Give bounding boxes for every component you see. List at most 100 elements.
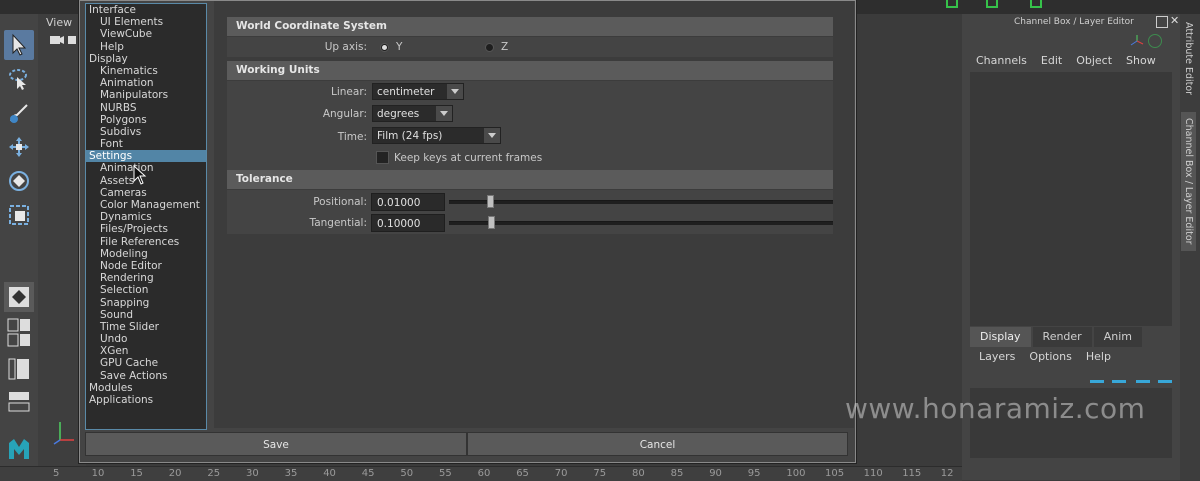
menu-show[interactable]: Show [1126,54,1156,67]
category-item[interactable]: NURBS [86,102,206,114]
category-item[interactable]: Settings [86,150,206,163]
category-item[interactable]: Modules [86,382,206,394]
preferences-dialog: Interface UI Elements ViewCube Help Display K… [79,0,856,463]
tangential-field[interactable]: 0.10000 [371,214,445,232]
category-item[interactable]: Color Management [86,199,206,211]
category-item[interactable]: Snapping [86,297,206,309]
axis-toggle-icon[interactable] [1130,34,1144,48]
category-item[interactable]: UI Elements [86,16,206,28]
tab-anim[interactable]: Anim [1093,327,1142,347]
scale-tool-icon[interactable] [4,200,34,230]
angular-dropdown[interactable]: degrees [372,105,453,122]
time-slider[interactable]: 5 10 15 20 25 30 35 40 45 50 55 60 65 70 75 80 85 90 95 100… [0,466,962,481]
menu-channels[interactable]: Channels [976,54,1027,67]
time-dropdown[interactable]: Film (24 fps) [372,127,501,144]
time-tick-label: 75 [593,468,607,479]
tolerance-header[interactable]: Tolerance [227,170,833,189]
tab-attribute-editor[interactable]: Attribute Editor [1183,22,1194,95]
positional-field[interactable]: 0.01000 [371,193,445,211]
time-tick-label: 110 [863,468,883,479]
category-item[interactable]: Rendering [86,272,206,284]
up-axis-y-radio[interactable] [380,43,389,52]
move-layer-up-icon[interactable] [1136,370,1150,383]
up-axis-z-radio[interactable] [485,43,494,52]
watermark: www.honaramiz.com [845,392,1146,425]
keep-keys-checkbox[interactable] [376,151,389,164]
menu-edit[interactable]: Edit [1041,54,1062,67]
mouse-cursor-icon [133,164,147,185]
working-units-body: Linear: centimeter Angular: degrees Time… [227,81,833,171]
category-item[interactable]: Manipulators [86,89,206,101]
category-item[interactable]: Save Actions [86,370,206,382]
time-tick-label: 95 [747,468,761,479]
new-layer-selected-icon[interactable] [1112,370,1126,383]
single-perspective-layout-icon[interactable] [4,282,34,312]
tab-display[interactable]: Display [970,327,1031,347]
category-item[interactable]: Subdivs [86,126,206,138]
time-tick-label: 40 [323,468,336,479]
menu-layers[interactable]: Layers [979,350,1015,363]
menu-object[interactable]: Object [1076,54,1112,67]
two-view-layout-icon[interactable] [4,332,34,348]
float-window-icon[interactable] [1156,16,1168,28]
category-item[interactable]: GPU Cache [86,357,206,369]
layer-editor-tabs: Display Render Anim [970,327,1144,347]
cancel-button[interactable]: Cancel [467,432,848,456]
select-tool-icon[interactable] [4,30,34,60]
graph-layout-icon[interactable] [4,388,34,414]
time-tick-label: 15 [130,468,143,479]
green-bracket-icon [1030,0,1042,8]
up-axis-label: Up axis: [324,41,367,53]
category-item[interactable]: Sound [86,309,206,321]
wcs-header[interactable]: World Coordinate System [227,17,833,36]
save-button[interactable]: Save [85,432,467,456]
time-tick-label: 105 [825,468,845,479]
category-item[interactable]: Modeling [86,248,206,260]
time-tick-label: 65 [516,468,529,479]
move-tool-icon[interactable] [4,132,34,162]
positional-slider[interactable] [449,200,833,204]
category-item[interactable]: Display [86,53,206,65]
category-item[interactable]: Font [86,138,206,150]
outliner-layout-icon[interactable] [4,354,34,384]
category-item[interactable]: Polygons [86,114,206,126]
time-tick-label: 90 [709,468,722,479]
close-icon[interactable]: ✕ [1170,14,1179,27]
category-item[interactable]: Files/Projects [86,223,206,235]
category-item[interactable]: Animation [86,77,206,89]
move-layer-down-icon[interactable] [1158,370,1172,383]
category-item[interactable]: Cameras [86,187,206,199]
camera-icon[interactable] [44,34,78,46]
category-item[interactable]: Interface [86,4,206,16]
tangential-slider-handle[interactable] [488,216,495,229]
category-item[interactable]: Kinematics [86,65,206,77]
paint-select-tool-icon[interactable] [4,98,34,128]
tangential-slider[interactable] [449,221,833,225]
menu-options[interactable]: Options [1029,350,1071,363]
chevron-down-icon [447,84,463,99]
new-layer-icon[interactable] [1090,370,1104,383]
rotate-tool-icon[interactable] [4,166,34,196]
category-item[interactable]: ViewCube [86,28,206,40]
globe-icon[interactable] [1148,34,1162,48]
category-list[interactable]: Interface UI Elements ViewCube Help Display K… [85,3,207,430]
category-item[interactable]: Dynamics [86,211,206,223]
category-item[interactable]: Undo [86,333,206,345]
menu-help[interactable]: Help [1086,350,1111,363]
category-item[interactable]: Help [86,41,206,53]
working-units-header[interactable]: Working Units [227,61,833,80]
category-item[interactable]: Time Slider [86,321,206,333]
lasso-tool-icon[interactable] [4,64,34,94]
category-item[interactable]: XGen [86,345,206,357]
tab-channel-box[interactable]: Channel Box / Layer Editor [1181,112,1196,251]
category-item[interactable]: Selection [86,284,206,296]
channel-box-area[interactable] [970,72,1172,326]
linear-dropdown[interactable]: centimeter [372,83,464,100]
tab-render[interactable]: Render [1032,327,1092,347]
angular-label: Angular: [322,108,367,120]
positional-slider-handle[interactable] [487,195,494,208]
category-item[interactable]: Applications [86,394,206,406]
category-item[interactable]: Node Editor [86,260,206,272]
category-item[interactable]: File References [86,236,206,248]
viewport-view-menu[interactable]: View [46,16,72,29]
